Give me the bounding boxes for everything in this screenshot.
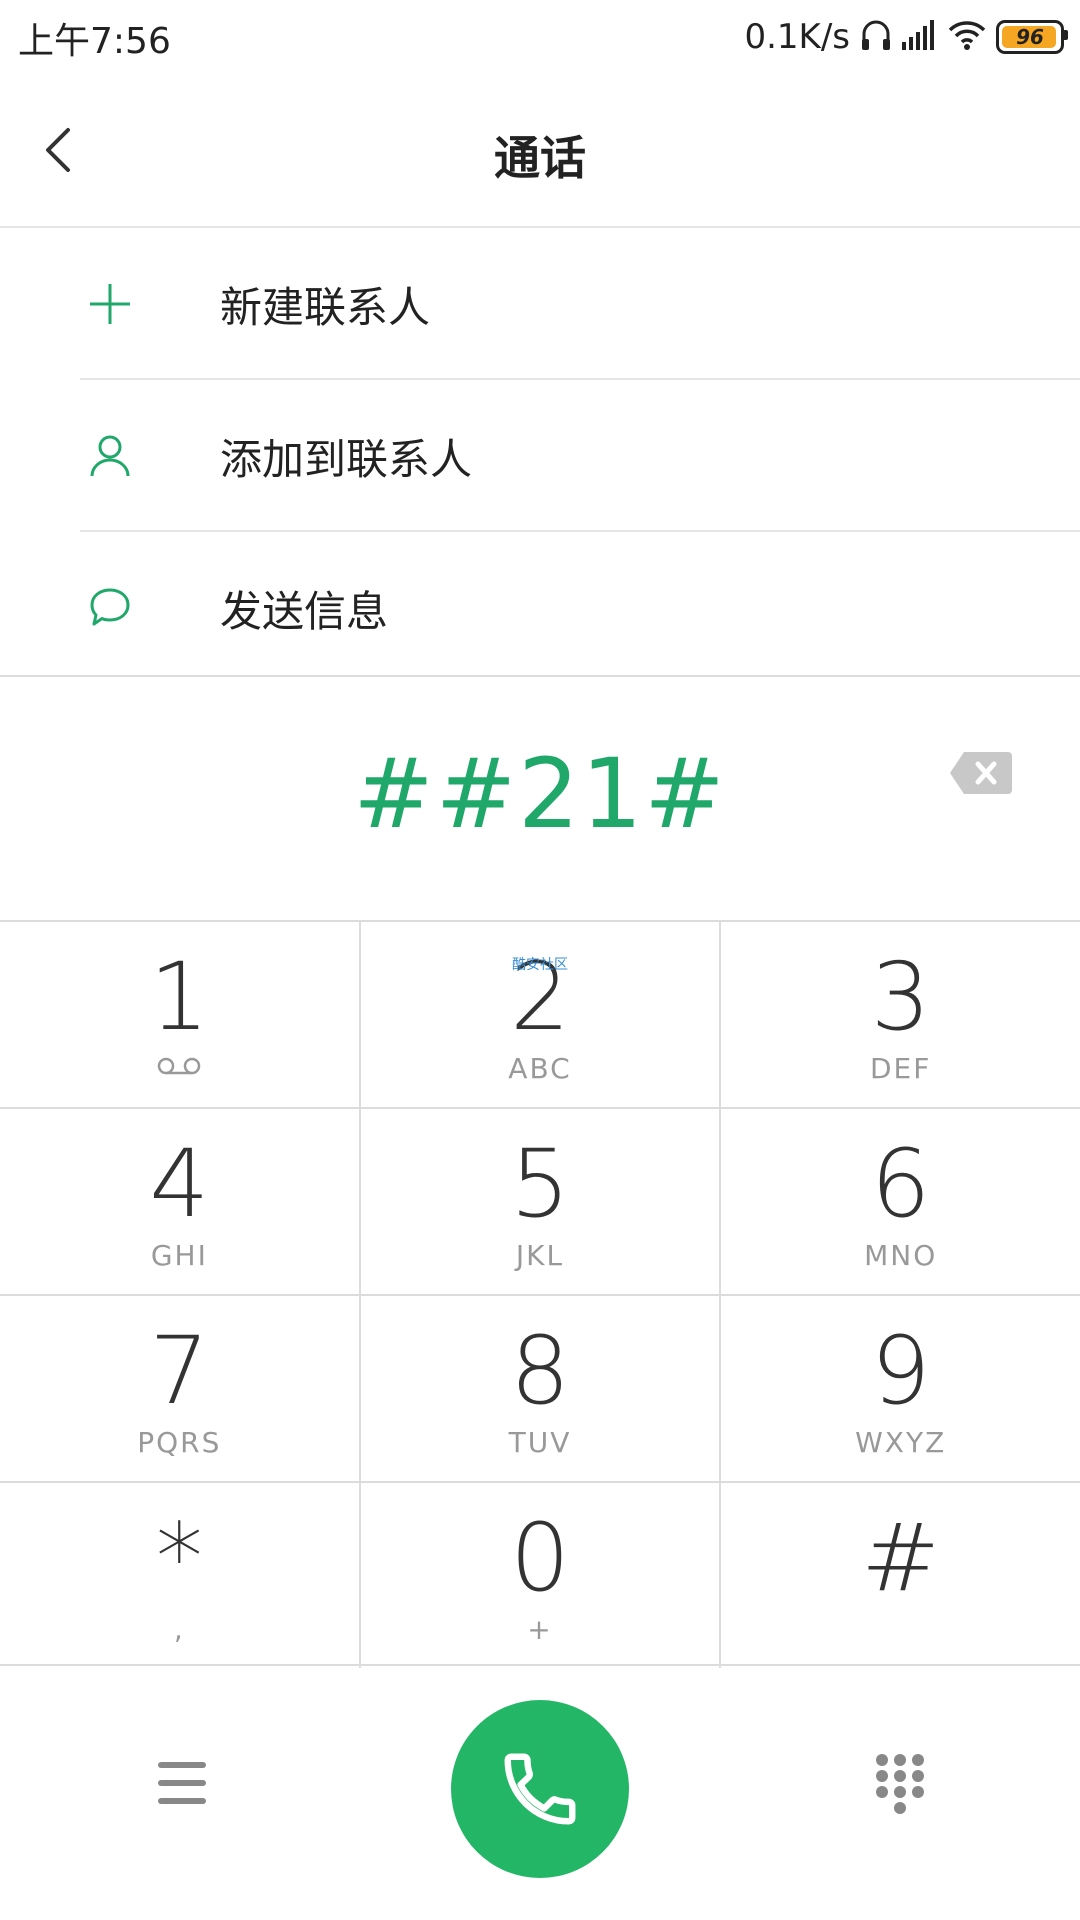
- key-digit: 3: [870, 943, 931, 1052]
- send-message-label: 发送信息: [220, 586, 389, 636]
- signal-icon: [902, 20, 938, 54]
- wifi-icon: [948, 20, 986, 54]
- key-8[interactable]: 8 TUV: [361, 1296, 722, 1481]
- bottom-bar: [0, 1664, 1080, 1920]
- headphones-icon: [860, 18, 892, 56]
- key-0[interactable]: 0 +: [361, 1483, 722, 1668]
- key-letters: PQRS: [137, 1426, 222, 1459]
- send-message-item[interactable]: 发送信息: [0, 532, 1080, 684]
- keypad-row: 7 PQRS 8 TUV 9 WXYZ: [0, 1296, 1080, 1483]
- key-1[interactable]: 1: [0, 922, 361, 1107]
- key-letters: ABC: [508, 1052, 572, 1085]
- divider: [0, 675, 1080, 677]
- key-digit: 5: [510, 1130, 570, 1239]
- keypad-row: * , 0 + #: [0, 1483, 1080, 1668]
- key-digit: 9: [870, 1317, 931, 1426]
- battery-icon: 96: [996, 20, 1068, 54]
- watermark: 酷安社区: [512, 957, 568, 973]
- key-digit: *: [155, 1504, 203, 1613]
- status-icons: 0.1K/s 96: [744, 12, 1068, 62]
- add-to-contact-item[interactable]: 添加到联系人: [0, 380, 1080, 532]
- new-contact-item[interactable]: 新建联系人: [0, 228, 1080, 380]
- number-display: ##21#: [0, 678, 1080, 920]
- status-bar: 上午7:56 0.1K/s 96: [0, 0, 1080, 74]
- key-5[interactable]: 5 JKL: [361, 1109, 722, 1294]
- key-digit: 4: [149, 1130, 210, 1239]
- backspace-icon: [950, 752, 1012, 794]
- battery-percent: 96: [1016, 25, 1044, 49]
- keypad-row: 1 酷安社区 2 ABC 3 DEF: [0, 922, 1080, 1109]
- dialed-number: ##21#: [353, 738, 727, 850]
- page-title: 通话: [494, 131, 586, 185]
- key-letters: TUV: [508, 1426, 572, 1459]
- key-letters: +: [527, 1613, 553, 1646]
- network-speed: 0.1K/s: [744, 17, 850, 57]
- backspace-button[interactable]: [948, 750, 1014, 796]
- call-button[interactable]: [451, 1700, 629, 1878]
- key-7[interactable]: 7 PQRS: [0, 1296, 361, 1481]
- add-to-contact-label: 添加到联系人: [220, 434, 473, 484]
- key-4[interactable]: 4 GHI: [0, 1109, 361, 1294]
- dialpad-toggle-button[interactable]: [872, 1752, 928, 1818]
- key-letters: WXYZ: [855, 1426, 947, 1459]
- dial-keypad: 1 酷安社区 2 ABC 3 DEF 4 GHI 5 JKL 6 MNO 7 P…: [0, 920, 1080, 1668]
- keypad-row: 4 GHI 5 JKL 6 MNO: [0, 1109, 1080, 1296]
- person-icon: [80, 426, 140, 486]
- plus-icon: [80, 274, 140, 334]
- key-digit: 7: [149, 1317, 210, 1426]
- message-bubble-icon: [80, 578, 140, 638]
- key-9[interactable]: 9 WXYZ: [721, 1296, 1080, 1481]
- key-2[interactable]: 酷安社区 2 ABC: [361, 922, 722, 1107]
- key-letters: JKL: [515, 1239, 565, 1272]
- menu-icon: [158, 1762, 206, 1804]
- key-digit: 0: [510, 1504, 570, 1613]
- menu-button[interactable]: [154, 1760, 210, 1806]
- key-3[interactable]: 3 DEF: [721, 922, 1080, 1107]
- status-time: 上午7:56: [18, 21, 171, 62]
- header: 通话: [0, 74, 1080, 228]
- key-digit: 1: [149, 943, 210, 1052]
- key-star[interactable]: * ,: [0, 1483, 361, 1668]
- key-letters: ,: [173, 1613, 185, 1646]
- dialpad-icon: [876, 1754, 924, 1814]
- key-digit: 6: [870, 1130, 931, 1239]
- phone-icon: [504, 1753, 576, 1825]
- new-contact-label: 新建联系人: [220, 282, 431, 332]
- key-hash[interactable]: #: [721, 1483, 1080, 1668]
- voicemail-icon: [156, 1056, 202, 1080]
- key-digit: 8: [510, 1317, 570, 1426]
- key-letters: GHI: [150, 1239, 208, 1272]
- key-letters: DEF: [870, 1052, 932, 1085]
- key-digit: #: [861, 1504, 941, 1613]
- key-6[interactable]: 6 MNO: [721, 1109, 1080, 1294]
- action-list: 新建联系人 添加到联系人 发送信息: [0, 228, 1080, 684]
- key-letters: MNO: [864, 1239, 938, 1272]
